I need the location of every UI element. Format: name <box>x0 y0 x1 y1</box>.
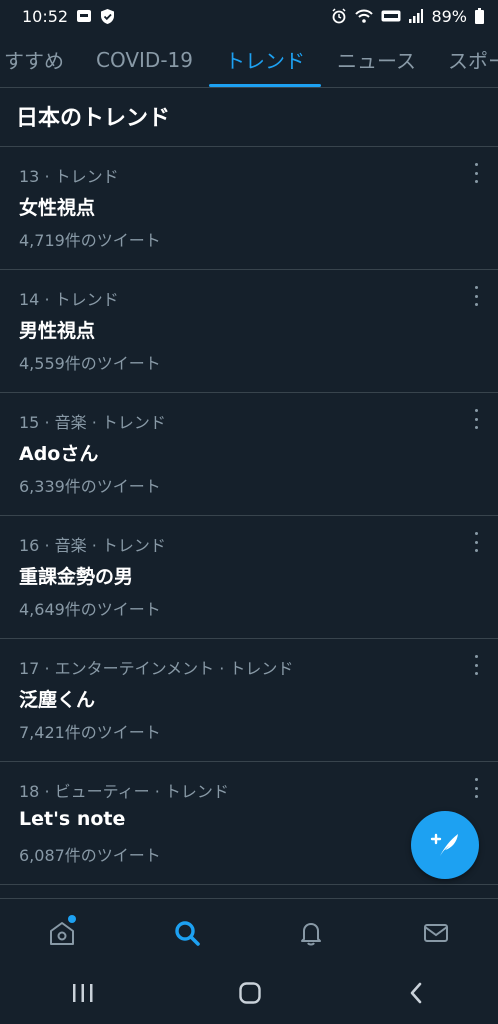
trend-meta: 13 · トレンド <box>19 167 119 186</box>
notifications-icon <box>301 922 322 945</box>
more-options-icon[interactable] <box>470 286 482 306</box>
trend-meta: 18 · ビューティー · トレンド <box>19 782 229 801</box>
bottom-navigation <box>0 898 498 966</box>
battery-icon <box>475 8 484 24</box>
compose-tweet-icon <box>430 833 458 856</box>
trend-name: 女性視点 <box>19 197 96 219</box>
recent-apps-icon <box>73 984 93 1002</box>
trend-item[interactable]: 13 · トレンド 女性視点 4,719件のツイート <box>0 147 498 270</box>
trend-name: 重課金勢の男 <box>19 566 134 588</box>
nav-home[interactable] <box>32 903 92 963</box>
back-button[interactable] <box>405 981 427 1009</box>
battery-percent: 89% <box>431 6 467 26</box>
more-options-icon[interactable] <box>470 655 482 675</box>
home-button[interactable] <box>238 981 262 1009</box>
signal-icon <box>409 9 424 23</box>
trend-item[interactable]: 17 · エンターテインメント · トレンド 泛塵くん 7,421件のツイート <box>0 639 498 762</box>
nav-notifications[interactable] <box>281 903 341 963</box>
tab-news[interactable]: ニュース <box>321 32 432 87</box>
messages-icon <box>423 923 448 942</box>
more-options-icon[interactable] <box>470 532 482 552</box>
trend-name: 泛塵くん <box>19 689 96 711</box>
tab-covid[interactable]: COVID-19 <box>80 32 209 87</box>
compose-tweet-button[interactable] <box>411 811 479 879</box>
trend-count: 6,087件のツイート <box>19 846 161 865</box>
trend-name: 男性視点 <box>19 320 96 342</box>
trend-meta: 15 · 音楽 · トレンド <box>19 413 166 432</box>
trend-count: 4,559件のツイート <box>19 354 161 373</box>
more-options-icon[interactable] <box>470 778 482 798</box>
trend-count: 4,719件のツイート <box>19 231 161 250</box>
back-icon <box>410 982 421 1004</box>
alarm-icon <box>331 8 347 24</box>
wifi-icon <box>355 9 374 23</box>
home-button-icon <box>239 982 261 1004</box>
section-title: 日本のトレンド <box>16 106 171 131</box>
volte-icon <box>381 10 401 22</box>
shield-icon <box>100 8 115 25</box>
trend-name: Adoさん <box>19 443 99 465</box>
tab-recommended[interactable]: すすめ <box>0 32 80 87</box>
nav-search[interactable] <box>157 903 217 963</box>
more-options-icon[interactable] <box>470 163 482 183</box>
search-icon <box>175 920 200 946</box>
trend-meta: 14 · トレンド <box>19 290 119 309</box>
tab-trending[interactable]: トレンド <box>209 32 322 87</box>
status-bar: 10:52 89% <box>0 0 498 32</box>
trend-item[interactable]: 15 · 音楽 · トレンド Adoさん 6,339件のツイート <box>0 393 498 516</box>
system-navigation-bar <box>0 966 498 1024</box>
trend-item[interactable]: 16 · 音楽 · トレンド 重課金勢の男 4,649件のツイート <box>0 516 498 639</box>
app-notification-icon <box>76 9 92 23</box>
trend-count: 7,421件のツイート <box>19 723 161 742</box>
trend-item[interactable]: 14 · トレンド 男性視点 4,559件のツイート <box>0 270 498 393</box>
trend-name: Let's note <box>19 808 126 830</box>
nav-messages[interactable] <box>406 903 466 963</box>
trend-meta: 17 · エンターテインメント · トレンド <box>19 659 294 678</box>
trend-meta: 16 · 音楽 · トレンド <box>19 536 166 555</box>
trend-list: 13 · トレンド 女性視点 4,719件のツイート 14 · トレンド 男性視… <box>0 146 498 885</box>
tab-sports[interactable]: スポーツ <box>432 32 498 87</box>
new-content-dot <box>68 914 77 923</box>
more-options-icon[interactable] <box>470 409 482 429</box>
trend-count: 4,649件のツイート <box>19 600 161 619</box>
explore-tabs: すすめ COVID-19 トレンド ニュース スポーツ <box>0 32 498 88</box>
recent-apps-button[interactable] <box>71 982 95 1008</box>
status-time: 10:52 <box>22 6 69 26</box>
trend-count: 6,339件のツイート <box>19 477 161 496</box>
